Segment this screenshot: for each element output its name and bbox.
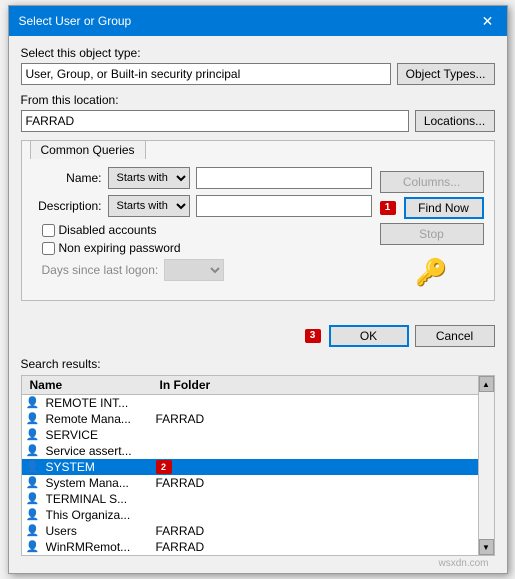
days-label: Days since last logon: <box>42 263 159 277</box>
common-queries-tab[interactable]: Common Queries <box>30 140 146 159</box>
result-name: REMOTE INT... <box>46 396 156 410</box>
disabled-label: Disabled accounts <box>59 223 157 237</box>
table-row[interactable]: 👤 This Organiza... <box>22 507 478 523</box>
scroll-up[interactable]: ▲ <box>479 376 494 392</box>
description-row: Description: Starts with <box>32 195 372 217</box>
titlebar: Select User or Group ✕ <box>9 6 507 36</box>
name-label: Name: <box>32 171 102 185</box>
stop-button[interactable]: Stop <box>380 223 484 245</box>
results-container: Name In Folder 👤 REMOTE INT... 👤 Remote Man… <box>21 375 495 556</box>
desc-starts-with-select[interactable]: Starts with <box>108 195 190 217</box>
result-name: SERVICE <box>46 428 156 442</box>
result-name: System Mana... <box>46 476 156 490</box>
table-row[interactable]: 👤 WinRMRemot...FARRAD <box>22 539 478 555</box>
find-now-button[interactable]: Find Now <box>404 197 484 219</box>
result-name: TERMINAL S... <box>46 492 156 506</box>
user-icon: 👤 <box>26 412 42 426</box>
result-folder: FARRAD <box>156 524 474 538</box>
badge-1: 1 <box>380 201 396 215</box>
user-icon: 👤 <box>26 428 42 442</box>
location-label: From this location: <box>21 93 495 107</box>
col-folder-header: In Folder <box>156 378 474 392</box>
locations-button[interactable]: Locations... <box>415 110 495 132</box>
name-row: Name: Starts with <box>32 167 372 189</box>
table-row[interactable]: 👤 Service assert... <box>22 443 478 459</box>
badge-2: 2 <box>156 460 172 474</box>
description-value-input[interactable] <box>196 195 372 217</box>
non-expiring-label: Non expiring password <box>59 241 181 255</box>
ok-button[interactable]: OK <box>329 325 409 347</box>
user-icon: 👤 <box>26 508 42 522</box>
results-header: Name In Folder <box>22 376 478 395</box>
table-row[interactable]: 👤 SYSTEM2 <box>22 459 478 475</box>
table-row[interactable]: 👤 Remote Mana...FARRAD <box>22 411 478 427</box>
name-starts-with-select[interactable]: Starts with <box>108 167 190 189</box>
col-name-header: Name <box>26 378 156 392</box>
location-input[interactable] <box>21 110 409 132</box>
user-icon: 👤 <box>26 444 42 458</box>
table-row[interactable]: 👤 REMOTE INT... <box>22 395 478 411</box>
result-folder: FARRAD <box>156 412 474 426</box>
table-row[interactable]: 👤 UsersFARRAD <box>22 523 478 539</box>
location-row: Locations... <box>21 110 495 132</box>
right-buttons: Columns... 1 Find Now Stop 🔑 <box>380 167 484 292</box>
result-folder: FARRAD <box>156 540 474 554</box>
result-name: Service assert... <box>46 444 156 458</box>
object-type-row: Object Types... <box>21 63 495 85</box>
non-expiring-checkbox[interactable] <box>42 242 55 255</box>
non-expiring-row: Non expiring password <box>42 241 372 255</box>
user-icon: 👤 <box>26 476 42 490</box>
object-type-input[interactable] <box>21 63 391 85</box>
columns-button[interactable]: Columns... <box>380 171 484 193</box>
dialog-title: Select User or Group <box>19 14 132 28</box>
common-queries-group: Common Queries Name: Starts with <box>21 140 495 301</box>
result-folder: FARRAD <box>156 476 474 490</box>
table-row[interactable]: 👤 System Mana...FARRAD <box>22 475 478 491</box>
scroll-down[interactable]: ▼ <box>479 539 494 555</box>
result-name: SYSTEM <box>46 460 156 474</box>
disabled-row: Disabled accounts <box>42 223 372 237</box>
group-content: Name: Starts with Description: Starts wi… <box>22 159 494 300</box>
result-name: Remote Mana... <box>46 412 156 426</box>
scrollbar[interactable]: ▲ ▼ <box>478 376 494 555</box>
object-types-button[interactable]: Object Types... <box>397 63 495 85</box>
result-name: WinRMRemot... <box>46 540 156 554</box>
key-icon: 🔑 <box>415 257 447 287</box>
name-value-input[interactable] <box>196 167 372 189</box>
cancel-button[interactable]: Cancel <box>415 325 495 347</box>
badge-3: 3 <box>305 329 321 343</box>
object-type-label: Select this object type: <box>21 46 495 60</box>
group-inner: Name: Starts with Description: Starts wi… <box>32 167 484 292</box>
user-icon: 👤 <box>26 540 42 554</box>
result-name: Users <box>46 524 156 538</box>
days-row: Days since last logon: <box>42 259 372 281</box>
ok-cancel-row: 3 OK Cancel <box>9 319 507 353</box>
days-combo[interactable] <box>164 259 224 281</box>
watermark: wsxdn.com <box>9 556 507 573</box>
table-row[interactable]: 👤 SERVICE <box>22 427 478 443</box>
table-row[interactable]: 👤 TERMINAL S... <box>22 491 478 507</box>
user-icon: 👤 <box>26 460 42 474</box>
group-forms: Name: Starts with Description: Starts wi… <box>32 167 372 292</box>
dialog-body: Select this object type: Object Types...… <box>9 36 507 319</box>
search-results-label: Search results: <box>9 353 507 375</box>
select-user-dialog: Select User or Group ✕ Select this objec… <box>8 5 508 574</box>
user-icon: 👤 <box>26 492 42 506</box>
description-label: Description: <box>32 199 102 213</box>
close-button[interactable]: ✕ <box>479 12 497 30</box>
disabled-checkbox[interactable] <box>42 224 55 237</box>
results-list[interactable]: 👤REMOTE INT...👤Remote Mana...FARRAD👤SERV… <box>22 395 478 555</box>
user-icon: 👤 <box>26 524 42 538</box>
user-icon: 👤 <box>26 396 42 410</box>
result-name: This Organiza... <box>46 508 156 522</box>
